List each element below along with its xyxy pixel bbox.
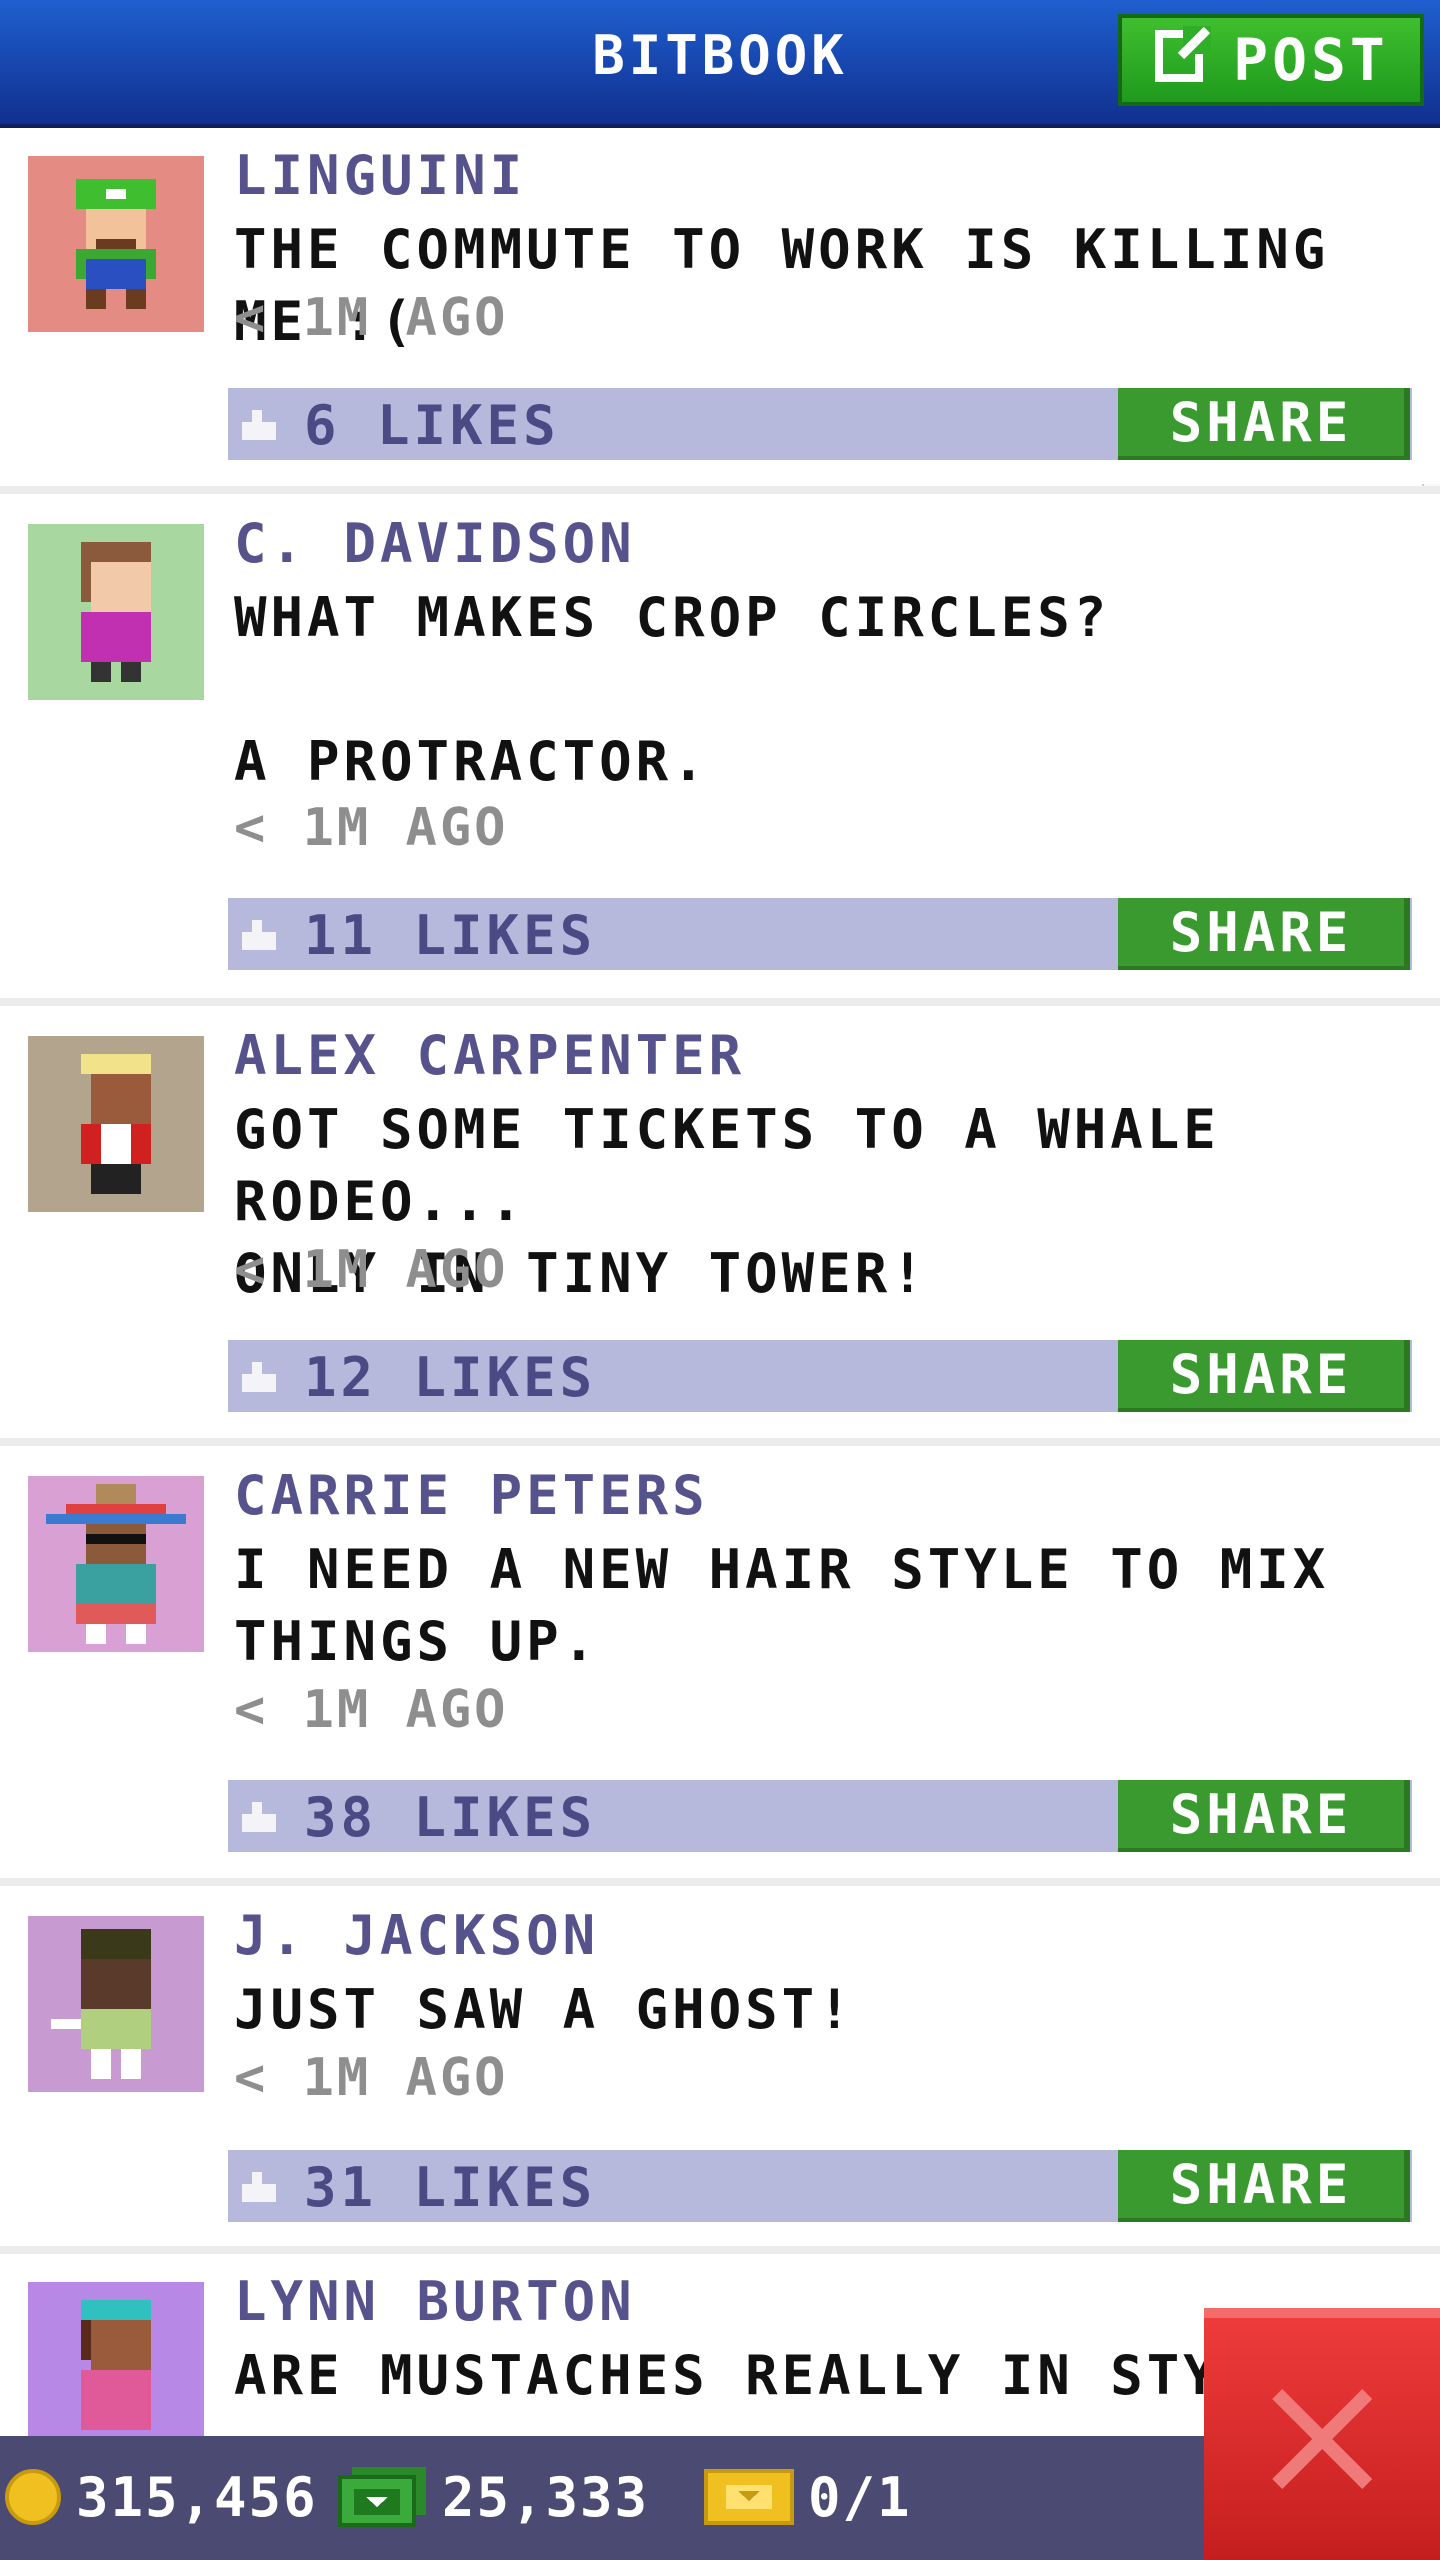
close-icon [1272,2389,1372,2489]
post-item: C. DAVIDSON WHAT MAKES CROP CIRCLES? A P… [0,494,1440,996]
post-author[interactable]: ALEX CARPENTER [234,1024,745,1087]
ticket-icon [704,2469,794,2525]
like-count: 31 LIKES [304,2156,597,2219]
post-item: ALEX CARPENTER GOT SOME TICKETS TO A WHA… [0,1006,1440,1438]
share-button[interactable]: SHARE [1118,1780,1410,1852]
thumbs-up-icon [242,1362,276,1392]
avatar[interactable] [28,1916,204,2092]
divider [0,1878,1440,1886]
thumbs-up-icon [242,2172,276,2202]
post-item: LINGUINI THE COMMUTE TO WORK IS KILLING … [0,124,1440,484]
avatar[interactable] [28,524,204,700]
bux-stat: 25,333 [338,2462,649,2532]
post-time: < 1M AGO [234,1680,509,1740]
like-bar[interactable]: 38 LIKES SHARE [228,1780,1412,1852]
thumbs-up-icon [242,410,276,440]
tickets-value: 0/1 [808,2465,912,2529]
divider [0,1438,1440,1446]
avatar-image [81,2300,151,2430]
like-bar[interactable]: 12 LIKES SHARE [228,1340,1412,1412]
avatar[interactable] [28,2282,204,2458]
coin-icon [5,2469,61,2525]
divider [0,486,1440,494]
like-count: 12 LIKES [304,1346,597,1409]
tickets-stat: 0/1 [704,2462,912,2532]
bux-value: 25,333 [442,2465,650,2529]
post-author[interactable]: LINGUINI [234,144,526,207]
post-author[interactable]: J. JACKSON [234,1904,599,1967]
coins-stat: 315,456 [4,2462,318,2532]
post-author[interactable]: C. DAVIDSON [234,512,636,575]
avatar-image [81,542,151,682]
post-time: < 1M AGO [234,1240,509,1300]
avatar-image [46,1484,186,1644]
share-button[interactable]: SHARE [1118,388,1410,460]
coins-value: 315,456 [76,2465,318,2529]
share-button[interactable]: SHARE [1118,898,1410,970]
like-bar[interactable]: 11 LIKES SHARE [228,898,1412,970]
like-count: 11 LIKES [304,904,597,967]
post-message: I NEED A NEW HAIR STYLE TO MIX THINGS UP… [234,1538,1330,1673]
post-button[interactable]: POST [1118,14,1424,106]
thumbs-up-icon [242,1802,276,1832]
post-time: < 1M AGO [234,798,509,858]
post-message: JUST SAW A GHOST! [234,1978,855,2041]
post-author[interactable]: LYNN BURTON [234,2270,636,2333]
avatar[interactable] [28,156,204,332]
avatar[interactable] [28,1476,204,1652]
like-bar[interactable]: 31 LIKES SHARE [228,2150,1412,2222]
avatar-image [81,1054,151,1194]
like-count: 38 LIKES [304,1786,597,1849]
divider [0,998,1440,1006]
like-bar[interactable]: 6 LIKES SHARE [228,388,1412,460]
post-time: < 1M AGO [234,2048,509,2108]
share-button[interactable]: SHARE [1118,2150,1410,2222]
post-item: CARRIE PETERS I NEED A NEW HAIR STYLE TO… [0,1446,1440,1878]
post-time: < 1M AGO [234,288,509,348]
avatar-image [76,179,156,309]
post-button-label: POST [1233,26,1389,94]
like-count: 6 LIKES [304,394,560,457]
edit-icon [1153,22,1215,98]
header-bar: BITBOOK POST [0,0,1440,124]
avatar-image [51,1929,151,2079]
bux-icon [338,2467,426,2527]
post-item: J. JACKSON JUST SAW A GHOST! < 1M AGO 31… [0,1886,1440,2246]
divider [0,2246,1440,2254]
post-author[interactable]: CARRIE PETERS [234,1464,709,1527]
close-button[interactable] [1204,2308,1440,2560]
thumbs-up-icon [242,920,276,950]
post-message: WHAT MAKES CROP CIRCLES? A PROTRACTOR. [234,586,1111,793]
share-button[interactable]: SHARE [1118,1340,1410,1412]
avatar[interactable] [28,1036,204,1212]
